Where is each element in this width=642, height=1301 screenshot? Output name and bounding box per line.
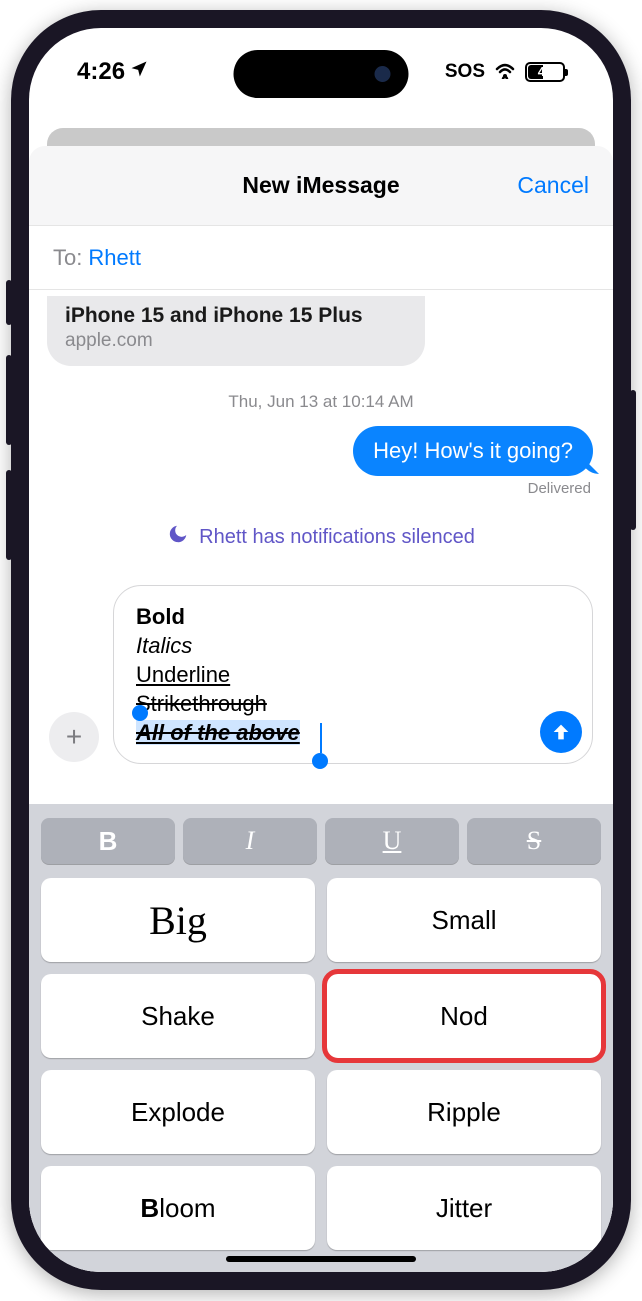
to-field[interactable]: To: Rhett [29,226,613,290]
strikethrough-button[interactable]: S [467,818,601,864]
message-input[interactable]: Bold Italics Underline Strikethrough All… [113,585,593,764]
selection-end-handle[interactable] [312,753,328,769]
link-preview-bubble[interactable]: iPhone 15 and iPhone 15 Plus apple.com [47,296,425,366]
nav-title: New iMessage [242,172,399,199]
compose-row: + Bold Italics Underline Strikethrough A… [39,585,603,782]
wifi-icon [493,59,517,85]
effect-ripple[interactable]: Ripple [327,1070,601,1154]
mute-switch [6,280,12,325]
new-message-modal: New iMessage Cancel To: Rhett iPhone 15 … [29,146,613,1272]
send-button[interactable] [540,711,582,753]
effect-big[interactable]: Big [41,878,315,962]
cancel-button[interactable]: Cancel [517,172,589,199]
outgoing-message-row: Hey! How's it going? [39,426,603,476]
text-cursor [320,723,322,753]
sos-indicator: SOS [445,61,485,83]
compose-line-strike: Strikethrough [136,691,267,716]
status-time: 4:26 [77,58,125,86]
link-title: iPhone 15 and iPhone 15 Plus [65,304,407,328]
volume-down-button [6,470,12,560]
effect-grid: Big Small Shake Nod Explode Ripple Bloom… [41,878,601,1250]
dynamic-island [234,50,409,98]
compose-line-italics: Italics [136,633,192,658]
link-domain: apple.com [65,330,407,352]
effect-small[interactable]: Small [327,878,601,962]
volume-up-button [6,355,12,445]
notifications-silenced-banner[interactable]: Rhett has notifications silenced [39,523,603,551]
home-indicator[interactable] [226,1256,416,1262]
timestamp: Thu, Jun 13 at 10:14 AM [39,392,603,412]
side-button [630,390,636,530]
effect-jitter[interactable]: Jitter [327,1166,601,1250]
effect-bloom[interactable]: Bloom [41,1166,315,1250]
bold-button[interactable]: B [41,818,175,864]
conversation-area[interactable]: iPhone 15 and iPhone 15 Plus apple.com T… [29,290,613,804]
compose-line-underline: Underline [136,662,230,687]
battery-icon: 43 [525,62,565,82]
outgoing-message-bubble[interactable]: Hey! How's it going? [353,426,593,476]
to-label: To: [53,245,82,271]
recipient-chip[interactable]: Rhett [88,245,141,271]
location-icon [129,58,149,86]
format-row: B I U S [41,818,601,864]
italic-button[interactable]: I [183,818,317,864]
underline-button[interactable]: U [325,818,459,864]
effect-explode[interactable]: Explode [41,1070,315,1154]
delivered-status: Delivered [39,480,603,497]
moon-icon [167,523,189,551]
arrow-up-icon [550,721,572,743]
effect-shake[interactable]: Shake [41,974,315,1058]
text-effects-panel: B I U S Big Small Shake Nod Explode Ripp… [29,804,613,1272]
effect-nod[interactable]: Nod [327,974,601,1058]
nav-bar: New iMessage Cancel [29,146,613,226]
phone-frame: 4:26 SOS 43 New iMessage Cancel [11,10,631,1290]
compose-line-bold: Bold [136,604,185,629]
compose-line-selected: All of the above [136,720,300,745]
plus-button[interactable]: + [49,712,99,762]
screen: 4:26 SOS 43 New iMessage Cancel [29,28,613,1272]
